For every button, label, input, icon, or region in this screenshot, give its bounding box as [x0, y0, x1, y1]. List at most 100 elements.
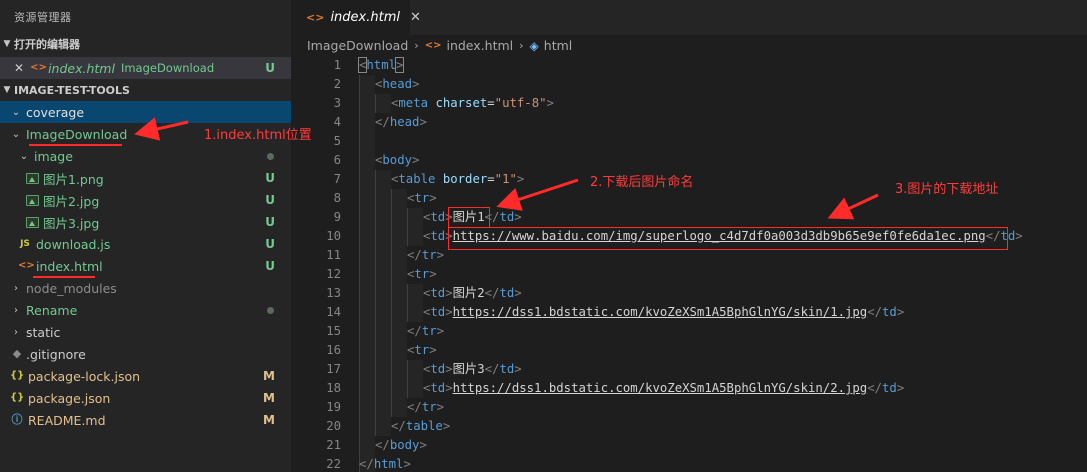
annotation-box-image-name	[448, 207, 490, 228]
tab-index-html[interactable]: <> index.html ✕	[291, 0, 421, 35]
tree-file-gitignore[interactable]: ◆ .gitignore	[0, 343, 291, 365]
tree-file-index-html[interactable]: <> index.html U	[0, 255, 291, 277]
indent-guide	[407, 208, 423, 246]
tree-file-download-js[interactable]: JS download.js U	[0, 233, 291, 255]
tree-label: image	[34, 148, 73, 164]
line-number: 2	[333, 77, 341, 91]
line-number: 16	[326, 343, 341, 357]
chevron-right-icon: ›	[14, 326, 18, 338]
code-line: </tr>	[407, 400, 445, 414]
js-file-icon: JS	[20, 239, 30, 249]
git-status-badge: M	[263, 369, 275, 383]
line-number: 3	[333, 96, 341, 110]
indent-guide	[407, 360, 423, 398]
tree-label: ImageDownload	[26, 126, 128, 142]
chevron-down-icon: ⌄	[19, 150, 29, 162]
tree-label: download.js	[36, 236, 111, 252]
element-cube-icon: ◈	[529, 38, 539, 53]
tree-folder-coverage[interactable]: ⌄ coverage	[0, 101, 291, 123]
open-editor-folder: ImageDownload	[120, 61, 215, 75]
code-line: <meta charset="utf-8">	[391, 96, 554, 110]
breadcrumb-file[interactable]: index.html	[446, 38, 513, 53]
code-line: </head>	[375, 115, 427, 129]
open-editor-item[interactable]: ✕ <> index.html ImageDownload U	[0, 57, 291, 79]
image-url-3: https://dss1.bdstatic.com/kvoZeXSm1A5Bph…	[452, 381, 868, 395]
code-line: <td>https://dss1.bdstatic.com/kvoZeXSm1A…	[423, 305, 905, 319]
code-line: <td>图片2</td>	[423, 286, 522, 300]
image-name-2: 图片2	[452, 286, 485, 300]
indent-guide	[375, 170, 391, 436]
code-line: <body>	[375, 153, 420, 167]
code-line: <tr>	[407, 191, 437, 205]
line-number: 15	[326, 324, 341, 338]
breadcrumb-folder[interactable]: ImageDownload	[307, 38, 408, 53]
indent-guide	[375, 94, 391, 113]
open-editor-filename: index.html	[48, 60, 115, 76]
open-editors-label: 打开的编辑器	[14, 38, 80, 51]
tree-file-readme[interactable]: ⓘ README.md M	[0, 409, 291, 431]
code-line: <head>	[375, 77, 420, 91]
indent-guide	[359, 75, 375, 472]
code-line: <table border="1">	[391, 172, 525, 186]
tree-file-package-json[interactable]: {} package.json M	[0, 387, 291, 409]
line-number: 12	[326, 267, 341, 281]
annotation-underline	[29, 144, 122, 146]
html-file-icon: <>	[424, 40, 442, 51]
image-url-2: https://dss1.bdstatic.com/kvoZeXSm1A5Bph…	[452, 305, 868, 319]
line-number: 10	[326, 229, 341, 243]
chevron-down-icon: ▼	[3, 39, 11, 49]
chevron-down-icon: ▼	[3, 85, 11, 95]
indent-guide	[407, 284, 423, 322]
line-number: 17	[326, 362, 341, 376]
json-file-icon: {}	[10, 392, 25, 403]
editor-tab-bar: <> index.html ✕	[291, 0, 1087, 35]
close-icon[interactable]: ✕	[14, 61, 24, 75]
git-status-badge: U	[265, 61, 275, 75]
project-label: IMAGE-TEST-TOOLS	[14, 83, 130, 97]
tree-label: node_modules	[26, 280, 117, 296]
line-number: 22	[326, 457, 341, 471]
html-file-icon: <>	[306, 11, 325, 24]
line-number: 18	[326, 381, 341, 395]
html-file-icon: <>	[30, 62, 47, 73]
chevron-right-icon: ›	[519, 39, 524, 52]
tree-label: static	[26, 324, 61, 340]
code-line: </tr>	[407, 248, 445, 262]
code-line: </body>	[375, 438, 427, 452]
chevron-right-icon: ›	[14, 304, 18, 316]
image-file-icon	[26, 172, 39, 184]
line-number: 6	[333, 153, 341, 167]
code-line: <tr>	[407, 267, 437, 281]
line-number: 20	[326, 419, 341, 433]
chevron-right-icon: ›	[414, 39, 419, 52]
tree-folder-image[interactable]: ⌄ image	[0, 145, 291, 167]
tree-folder-node-modules[interactable]: › node_modules	[0, 277, 291, 299]
git-status-badge: M	[263, 413, 275, 427]
tree-file-package-lock[interactable]: {} package-lock.json M	[0, 365, 291, 387]
code-line: <td>图片3</td>	[423, 362, 522, 376]
annotation-image-naming: 2.下载后图片命名	[590, 175, 694, 190]
tree-file-image2[interactable]: 图片2.jpg U	[0, 189, 291, 211]
line-number: 13	[326, 286, 341, 300]
explorer-sidebar: 资源管理器 ▼ 打开的编辑器 ✕ <> index.html ImageDown…	[0, 0, 291, 472]
project-header[interactable]: ▼ IMAGE-TEST-TOOLS	[0, 80, 291, 100]
tab-label: index.html	[330, 10, 400, 25]
line-number: 9	[333, 210, 341, 224]
open-editors-header[interactable]: ▼ 打开的编辑器	[0, 34, 291, 54]
tree-folder-rename[interactable]: › Rename	[0, 299, 291, 321]
code-editor[interactable]: 1 2 3 4 5 6 7 8 9 10 11 12 13 14 15 16 1…	[291, 56, 1087, 472]
close-icon[interactable]: ✕	[410, 10, 421, 25]
info-icon: ⓘ	[11, 413, 23, 426]
tree-label: coverage	[26, 104, 85, 120]
line-number: 19	[326, 400, 341, 414]
tree-label: package-lock.json	[28, 368, 141, 384]
code-line: <td>https://dss1.bdstatic.com/kvoZeXSm1A…	[423, 381, 905, 395]
tree-folder-static[interactable]: › static	[0, 321, 291, 343]
line-number: 8	[333, 191, 341, 205]
tree-file-image3[interactable]: 图片3.jpg U	[0, 211, 291, 233]
tree-label: .gitignore	[26, 346, 86, 362]
annotation-box-image-url	[448, 227, 1008, 250]
breadcrumb-symbol[interactable]: html	[544, 38, 572, 53]
tree-file-image1[interactable]: 图片1.png U	[0, 167, 291, 189]
code-line: </table>	[391, 419, 451, 433]
